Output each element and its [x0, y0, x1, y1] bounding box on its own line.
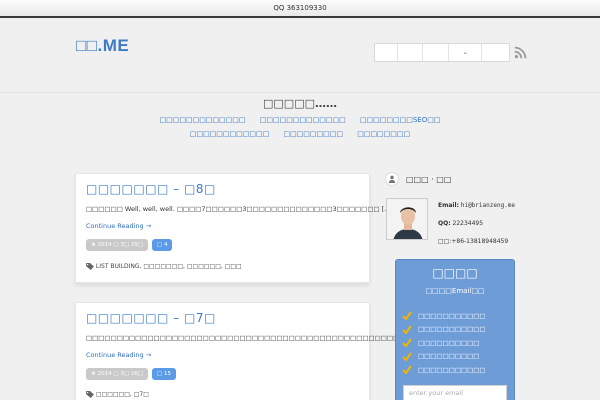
benefit-item: □□□□□□□□□□□: [402, 323, 486, 337]
subscribe-benefits: □□□□□□□□□□□ □□□□□□□□□□□ □□□□□□□□□□ □□□□□…: [402, 309, 486, 377]
post-meta: ★ 2014 □ 3□ 29□ □ 4: [86, 239, 173, 251]
intro-link[interactable]: □□□□□□□□□□□□□: [160, 116, 246, 124]
top-bar: QQ 363109330: [0, 0, 600, 18]
post-tags: □□□□□□, □7□: [86, 391, 149, 398]
post-tags: LIST BUILDING, □□□□□□□, □□□□□□, □□□: [86, 263, 242, 270]
top-bar-text: QQ 363109330: [273, 4, 327, 12]
benefit-item: □□□□□□□□□□□: [402, 363, 486, 377]
author-widget-header: □□□ · □□: [385, 172, 451, 186]
benefit-item: □□□□□□□□□□□: [402, 309, 486, 323]
qq-label: QQ:: [438, 220, 451, 227]
email-input[interactable]: enter your email: [403, 385, 507, 400]
intro-link[interactable]: □□□□□□□□□□□□: [190, 130, 269, 138]
check-icon: [402, 352, 412, 361]
chevron-down-icon: ⌄: [462, 48, 469, 56]
post-date-badge: ★ 2014 □ 3□ 26□: [86, 368, 149, 380]
intro-link[interactable]: □□□□□□□□SEO□□: [360, 116, 441, 124]
email-label: Email:: [438, 202, 459, 209]
post-date-badge: ★ 2014 □ 3□ 29□: [86, 239, 149, 251]
menu-item[interactable]: [482, 44, 509, 61]
subscribe-subtitle: □□□□Email□□: [425, 287, 485, 295]
post-excerpt: □□□□□□□□□□□□□□□□□□□□□□□□□□□□□□□□□□□□□□□□…: [86, 334, 444, 342]
author-avatar: [386, 198, 428, 240]
intro-link[interactable]: □□□□□□□□□: [283, 130, 343, 138]
subscribe-box: □□□□ □□□□Email□□ □□□□□□□□□□□ □□□□□□□□□□□…: [395, 259, 515, 400]
menu-item-dropdown[interactable]: ⌄: [449, 44, 483, 61]
comment-count-badge[interactable]: □ 15: [152, 368, 176, 380]
author-info: Email: hi@brianzeng.me QQ: 22234495 □□:+…: [438, 197, 515, 251]
intro-links-row: □□□□□□□□□□□□ □□□□□□□□□ □□□□□□□□: [0, 127, 600, 141]
continue-reading-link[interactable]: Continue Reading →: [86, 222, 151, 230]
post-card: □□□□□□□ – □7□ □□□□□□□□□□□□□□□□□□□□□□□□□□…: [75, 302, 444, 400]
intro-section: □□□□□…… □□□□□□□□□□□□□ □□□□□□□□□□□□□ □□□□…: [0, 97, 600, 141]
author-name: □□□ · □□: [406, 174, 452, 184]
divider: [0, 92, 600, 93]
post-title[interactable]: □□□□□□□ – □8□: [86, 182, 216, 196]
tag-icon: [86, 263, 94, 270]
site-logo[interactable]: □□.ME: [76, 36, 129, 56]
rss-icon[interactable]: [514, 46, 527, 59]
menu-item[interactable]: [375, 44, 398, 61]
site-header: □□.ME ⌄: [0, 20, 600, 92]
benefit-item: □□□□□□□□□□: [402, 350, 486, 364]
check-icon: [402, 325, 412, 334]
comment-count-badge[interactable]: □ 4: [152, 239, 173, 251]
menu-item[interactable]: [398, 44, 424, 61]
continue-reading-link[interactable]: Continue Reading →: [86, 351, 151, 359]
tag-icon: [86, 391, 94, 398]
author-phone: □□:+86-13818948459: [438, 238, 509, 245]
menu-item[interactable]: [423, 44, 449, 61]
intro-link[interactable]: □□□□□□□□□□□□□: [260, 116, 346, 124]
tag-list[interactable]: □□□□□□, □7□: [96, 391, 149, 398]
intro-link[interactable]: □□□□□□□□: [357, 130, 410, 138]
tag-list[interactable]: LIST BUILDING, □□□□□□□, □□□□□□, □□□: [96, 263, 242, 270]
check-icon: [402, 311, 412, 321]
check-icon: [402, 365, 412, 375]
user-icon: [385, 172, 399, 186]
post-title[interactable]: □□□□□□□ – □7□: [86, 311, 216, 325]
check-icon: [402, 338, 412, 348]
author-qq: 22234495: [452, 220, 484, 227]
author-email[interactable]: hi@brianzeng.me: [461, 202, 515, 209]
benefit-item: □□□□□□□□□□: [402, 336, 486, 350]
post-excerpt: □□□□□□ Well, well, well. □□□□7□□□□□□3□□□…: [86, 205, 394, 213]
post-card: □□□□□□□ – □8□ □□□□□□ Well, well, well. □…: [75, 173, 394, 283]
post-meta: ★ 2014 □ 3□ 26□ □ 15: [86, 368, 176, 380]
intro-links-row: □□□□□□□□□□□□□ □□□□□□□□□□□□□ □□□□□□□□SEO□…: [0, 113, 600, 127]
main-menu: ⌄: [374, 43, 510, 62]
subscribe-title: □□□□: [432, 266, 478, 280]
intro-title: □□□□□……: [263, 97, 337, 110]
